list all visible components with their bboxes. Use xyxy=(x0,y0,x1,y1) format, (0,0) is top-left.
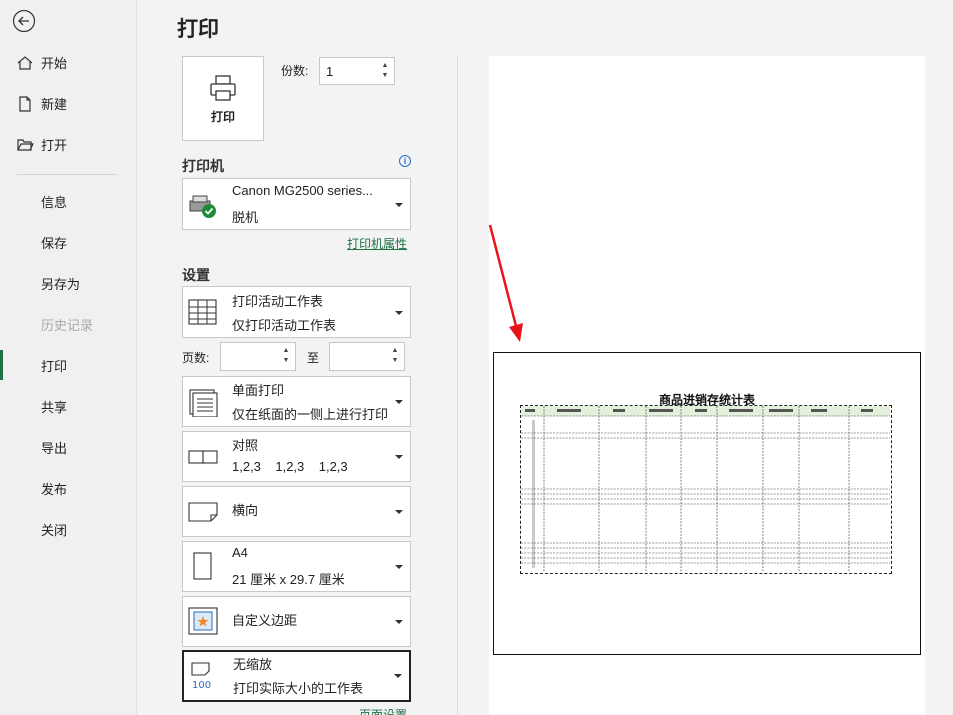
panel-divider xyxy=(457,56,458,715)
sidebar-item-label: 另存为 xyxy=(41,276,81,292)
chevron-down-icon xyxy=(394,674,402,678)
pages-to-input[interactable]: ▲ ▼ xyxy=(329,342,405,371)
chevron-down-icon xyxy=(395,311,403,315)
new-document-icon xyxy=(19,96,31,112)
sidebar-item-info[interactable]: 信息 xyxy=(0,184,136,218)
info-icon[interactable]: i xyxy=(399,155,411,167)
folder-open-icon xyxy=(17,139,34,151)
sidebar-item-label: 打印 xyxy=(41,358,68,374)
page-setup-link[interactable]: 页面设置 xyxy=(359,706,407,715)
settings-section-title: 设置 xyxy=(182,267,210,283)
spin-arrows-icon[interactable]: ▲ ▼ xyxy=(281,346,291,366)
sidebar-item-label: 打开 xyxy=(41,137,68,153)
no-scaling-icon: 100 xyxy=(191,662,211,691)
print-button[interactable]: 打印 xyxy=(182,56,264,141)
margins-dropdown[interactable]: 自定义边距 xyxy=(182,596,411,647)
printer-dropdown[interactable]: Canon MG2500 series... 脱机 xyxy=(182,178,411,230)
backstage-sidebar: 开始 新建 打开 信息 保存 另存为 历史记录 打印 共享 导出 发布 关闭 xyxy=(0,0,137,715)
one-sided-page-icon xyxy=(189,389,218,417)
sides-desc: 仅在纸面的一侧上进行打印 xyxy=(232,407,389,422)
sidebar-item-label: 导出 xyxy=(41,440,68,456)
spin-arrows-icon[interactable]: ▲ ▼ xyxy=(390,346,400,366)
sidebar-item-label: 共享 xyxy=(41,399,68,415)
page-title: 打印 xyxy=(177,18,219,41)
sidebar-item-history: 历史记录 xyxy=(0,307,136,341)
paper-size-dropdown[interactable]: A4 21 厘米 x 29.7 厘米 xyxy=(182,541,411,592)
preview-table xyxy=(520,405,892,574)
pages-from-input[interactable]: ▲ ▼ xyxy=(220,342,296,371)
pages-to-label: 至 xyxy=(307,351,320,365)
copies-value: 1 xyxy=(326,63,334,79)
preview-page: 商品进销存统计表 xyxy=(493,352,921,655)
copies-label: 份数: xyxy=(281,64,309,78)
sidebar-item-label: 信息 xyxy=(41,194,68,210)
chevron-down-icon xyxy=(395,510,403,514)
chevron-down-icon xyxy=(395,620,403,624)
margins-title: 自定义边距 xyxy=(232,613,298,628)
orientation-dropdown[interactable]: 横向 xyxy=(182,486,411,537)
spin-arrows-icon[interactable]: ▲ ▼ xyxy=(380,61,390,81)
print-button-label: 打印 xyxy=(210,110,235,124)
sidebar-item-export[interactable]: 导出 xyxy=(0,430,136,464)
scaling-desc: 打印实际大小的工作表 xyxy=(233,681,364,696)
landscape-page-icon xyxy=(188,502,218,522)
print-scope-dropdown[interactable]: 打印活动工作表 仅打印活动工作表 xyxy=(182,286,411,338)
sidebar-item-home[interactable]: 开始 xyxy=(0,45,136,79)
chevron-down-icon xyxy=(395,565,403,569)
orientation-title: 横向 xyxy=(232,503,259,518)
printer-icon xyxy=(210,75,236,101)
preview-table-grid xyxy=(521,406,890,572)
print-scope-desc: 仅打印活动工作表 xyxy=(232,318,337,333)
sidebar-item-label: 新建 xyxy=(41,96,68,112)
sidebar-item-share[interactable]: 共享 xyxy=(0,389,136,423)
copies-stepper[interactable]: 1 ▲ ▼ xyxy=(319,57,395,85)
printer-ready-icon xyxy=(189,195,216,218)
sidebar-item-label: 保存 xyxy=(41,235,68,251)
sidebar-item-close[interactable]: 关闭 xyxy=(0,512,136,546)
sidebar-item-label: 关闭 xyxy=(41,522,68,538)
paper-size-title: A4 xyxy=(232,545,248,560)
scaling-title: 无缩放 xyxy=(233,657,273,672)
sidebar-item-save[interactable]: 保存 xyxy=(0,225,136,259)
pages-label: 页数: xyxy=(182,351,210,365)
chevron-down-icon xyxy=(395,455,403,459)
svg-text:100: 100 xyxy=(192,680,211,691)
collate-desc: 1,2,3 1,2,3 1,2,3 xyxy=(232,459,348,474)
printer-section-title: 打印机 xyxy=(182,158,224,174)
sheet-grid-icon xyxy=(188,299,217,325)
sidebar-item-label: 历史记录 xyxy=(41,317,94,333)
paper-size-desc: 21 厘米 x 29.7 厘米 xyxy=(232,572,345,587)
collate-title: 对照 xyxy=(232,438,259,453)
sidebar-item-new[interactable]: 新建 xyxy=(0,86,136,120)
scaling-dropdown[interactable]: 100 无缩放 打印实际大小的工作表 xyxy=(182,650,411,702)
sides-title: 单面打印 xyxy=(232,383,285,398)
print-preview: 商品进销存统计表 xyxy=(489,56,925,715)
print-panel: 打印 打印 份数: 1 ▲ ▼ 打印机 i Canon MG2500 series… xyxy=(138,0,953,715)
printer-properties-link[interactable]: 打印机属性 xyxy=(347,235,407,252)
sidebar-item-print[interactable]: 打印 xyxy=(0,348,136,382)
collate-dropdown[interactable]: 对照 1,2,3 1,2,3 1,2,3 xyxy=(182,431,411,482)
printer-name: Canon MG2500 series... xyxy=(232,183,373,198)
chevron-down-icon xyxy=(395,203,403,207)
sidebar-divider xyxy=(17,174,117,175)
custom-margins-icon xyxy=(188,607,218,635)
sidebar-item-label: 发布 xyxy=(41,481,68,497)
chevron-down-icon xyxy=(395,400,403,404)
printer-status: 脱机 xyxy=(232,210,259,225)
collate-icon xyxy=(188,450,218,464)
back-arrow-icon[interactable] xyxy=(12,9,36,33)
sidebar-item-save-as[interactable]: 另存为 xyxy=(0,266,136,300)
home-icon xyxy=(17,56,33,70)
sidebar-item-label: 开始 xyxy=(41,55,68,71)
sides-dropdown[interactable]: 单面打印 仅在纸面的一侧上进行打印 xyxy=(182,376,411,427)
sidebar-item-publish[interactable]: 发布 xyxy=(0,471,136,505)
portrait-page-icon xyxy=(193,552,212,580)
sidebar-item-open[interactable]: 打开 xyxy=(0,127,136,161)
print-scope-title: 打印活动工作表 xyxy=(232,294,324,309)
